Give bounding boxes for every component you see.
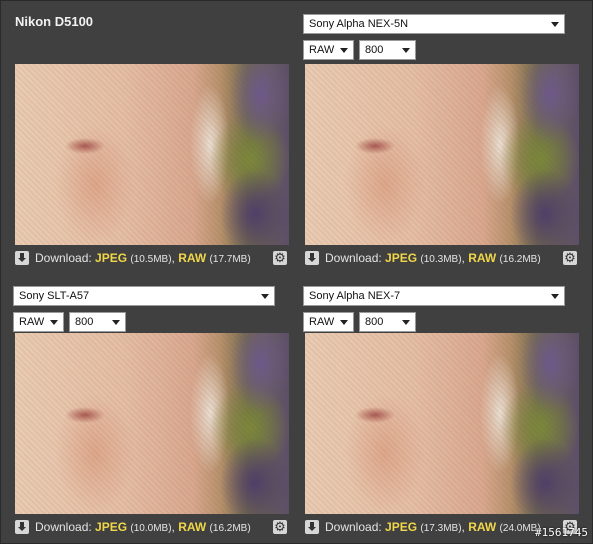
comparison-widget: Nikon D5100 Nikon D5100 Download: JPEG (… <box>0 0 593 544</box>
raw-link[interactable]: RAW <box>178 251 206 265</box>
jpeg-link[interactable]: JPEG <box>95 251 127 265</box>
download-icon[interactable] <box>15 251 29 265</box>
chevron-down-icon <box>402 320 410 325</box>
download-label: Download: <box>325 520 382 534</box>
download-label: Download: <box>325 251 382 265</box>
format-select[interactable]: RAW <box>13 312 64 332</box>
download-icon[interactable] <box>15 520 29 534</box>
raw-size: (16.2MB) <box>499 254 541 265</box>
jpeg-size: (17.3MB) <box>420 523 462 534</box>
sample-image[interactable] <box>305 64 579 245</box>
raw-link[interactable]: RAW <box>468 520 496 534</box>
chevron-down-icon <box>551 294 559 299</box>
download-icon[interactable] <box>305 520 319 534</box>
raw-size: (17.7MB) <box>209 254 251 265</box>
camera-select[interactable]: Sony Alpha NEX-5N <box>303 14 565 34</box>
sample-image[interactable] <box>15 333 289 514</box>
jpeg-link[interactable]: JPEG <box>385 251 417 265</box>
camera-select[interactable]: Sony SLT-A57 <box>13 286 275 306</box>
watermark: #1561745 <box>535 526 588 539</box>
jpeg-size: (10.0MB) <box>130 523 172 534</box>
jpeg-size: (10.3MB) <box>420 254 462 265</box>
camera-select[interactable]: Sony Alpha NEX-7 <box>303 286 565 306</box>
download-icon[interactable] <box>305 251 319 265</box>
chevron-down-icon <box>402 48 410 53</box>
jpeg-link[interactable]: JPEG <box>385 520 417 534</box>
chevron-down-icon <box>340 320 348 325</box>
iso-select[interactable]: 800 <box>359 312 416 332</box>
chevron-down-icon <box>112 320 120 325</box>
raw-link[interactable]: RAW <box>178 520 206 534</box>
raw-link[interactable]: RAW <box>468 251 496 265</box>
gear-icon[interactable]: ⚙ <box>273 251 287 265</box>
format-select[interactable]: RAW <box>303 312 354 332</box>
jpeg-size: (10.5MB) <box>130 254 172 265</box>
gear-icon[interactable]: ⚙ <box>273 520 287 534</box>
format-select[interactable]: RAW <box>303 40 354 60</box>
chevron-down-icon <box>261 294 269 299</box>
sample-image[interactable] <box>15 64 289 245</box>
sample-image[interactable] <box>305 333 579 514</box>
download-label: Download: <box>35 251 92 265</box>
chevron-down-icon <box>50 320 58 325</box>
download-bar: Download: JPEG (10.0MB), RAW (16.2MB) ⚙ <box>13 519 289 537</box>
download-bar: Download: JPEG (10.5MB), RAW (17.7MB) ⚙ <box>13 250 289 268</box>
raw-size: (16.2MB) <box>209 523 251 534</box>
jpeg-link[interactable]: JPEG <box>95 520 127 534</box>
chevron-down-icon <box>340 48 348 53</box>
gear-icon[interactable]: ⚙ <box>563 251 577 265</box>
chevron-down-icon <box>551 22 559 27</box>
download-bar: Download: JPEG (10.3MB), RAW (16.2MB) ⚙ <box>303 250 579 268</box>
iso-select[interactable]: 800 <box>69 312 126 332</box>
camera-title: Nikon D5100 <box>15 14 94 29</box>
iso-select[interactable]: 800 <box>359 40 416 60</box>
download-label: Download: <box>35 520 92 534</box>
